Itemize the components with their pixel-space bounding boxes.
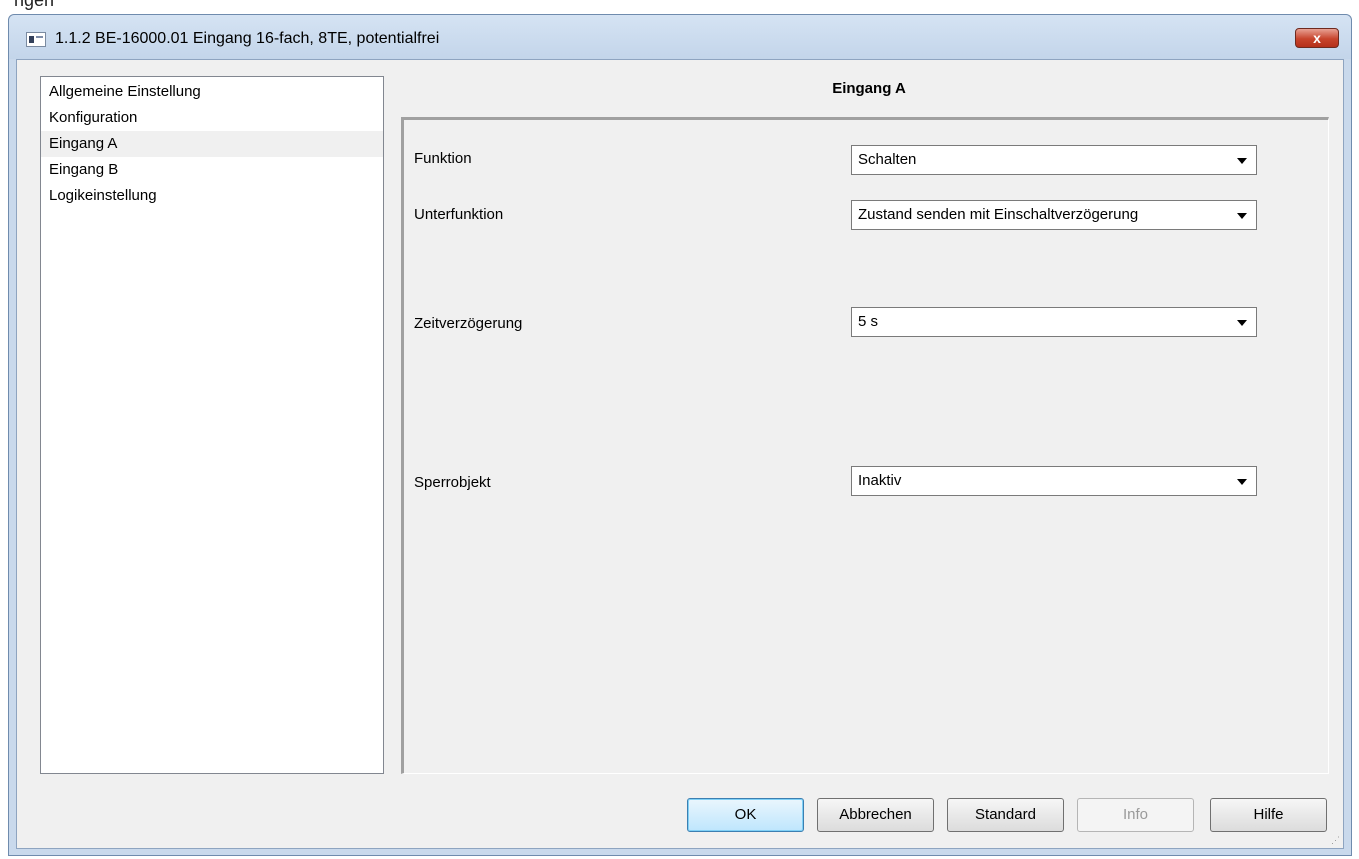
app-icon: [26, 32, 46, 47]
unterfunktion-value: Zustand senden mit Einschaltverzögerung: [858, 206, 1139, 223]
info-button: Info: [1077, 798, 1194, 832]
chevron-down-icon: [1237, 213, 1247, 219]
dialog-window: 1.1.2 BE-16000.01 Eingang 16-fach, 8TE, …: [8, 14, 1352, 856]
tree-item-allgemeine-einstellung[interactable]: Allgemeine Einstellung: [41, 79, 383, 105]
standard-button[interactable]: Standard: [947, 798, 1064, 832]
cancel-button[interactable]: Abbrechen: [817, 798, 934, 832]
funktion-label: Funktion: [414, 150, 472, 167]
background-window-text: ngen: [14, 0, 55, 10]
chevron-down-icon: [1237, 320, 1247, 326]
tree-item-eingang-a[interactable]: Eingang A: [41, 131, 383, 157]
unterfunktion-dropdown[interactable]: Zustand senden mit Einschaltverzögerung: [851, 200, 1257, 230]
ok-button[interactable]: OK: [687, 798, 804, 832]
title-bar[interactable]: 1.1.2 BE-16000.01 Eingang 16-fach, 8TE, …: [9, 15, 1351, 59]
close-button[interactable]: x: [1295, 28, 1339, 48]
chevron-down-icon: [1237, 158, 1247, 164]
tree-item-eingang-b[interactable]: Eingang B: [41, 157, 383, 183]
parameter-tree: Allgemeine Einstellung Konfiguration Ein…: [40, 76, 384, 774]
chevron-down-icon: [1237, 479, 1247, 485]
sperrobjekt-label: Sperrobjekt: [414, 474, 491, 491]
funktion-value: Schalten: [858, 151, 917, 168]
tree-item-logikeinstellung[interactable]: Logikeinstellung: [41, 183, 383, 209]
window-title: 1.1.2 BE-16000.01 Eingang 16-fach, 8TE, …: [55, 30, 440, 47]
zeitverzoegerung-value: 5 s: [858, 313, 879, 330]
sperrobjekt-value: Inaktiv: [858, 472, 902, 489]
zeitverzoegerung-dropdown[interactable]: 5 s: [851, 307, 1257, 337]
zeitverzoegerung-label: Zeitverzögerung: [414, 315, 523, 332]
dialog-client-area: Allgemeine Einstellung Konfiguration Ein…: [16, 59, 1344, 849]
sperrobjekt-dropdown[interactable]: Inaktiv: [851, 466, 1257, 496]
parameter-panel: Funktion Schalten Unterfunktion Zustand …: [401, 117, 1329, 774]
panel-title: Eingang A: [832, 80, 906, 97]
resize-grip-icon[interactable]: ⋰: [1331, 835, 1340, 846]
unterfunktion-label: Unterfunktion: [414, 206, 504, 223]
tree-item-konfiguration[interactable]: Konfiguration: [41, 105, 383, 131]
help-button[interactable]: Hilfe: [1210, 798, 1327, 832]
funktion-dropdown[interactable]: Schalten: [851, 145, 1257, 175]
